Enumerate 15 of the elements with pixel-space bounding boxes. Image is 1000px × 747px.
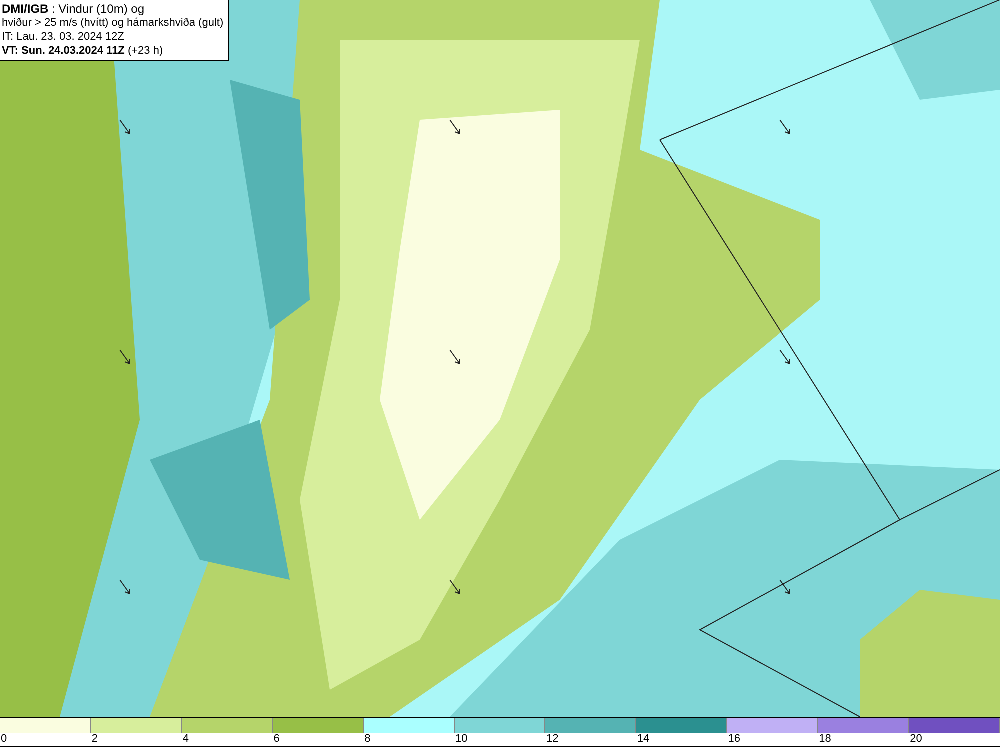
header-line: VT: Sun. 24.03.2024 11Z (+23 h) xyxy=(2,44,164,58)
legend-label: 14 xyxy=(636,733,650,745)
legend-label: 4 xyxy=(182,733,189,745)
legend-label: 18 xyxy=(818,733,832,745)
legend-label: 6 xyxy=(272,733,280,745)
legend-label: 10 xyxy=(454,733,468,745)
header-line: DMI/IGB : Vindur (10m) og xyxy=(2,2,146,16)
header-line: IT: Lau. 23. 03. 2024 12Z xyxy=(2,30,126,44)
legend-label: 12 xyxy=(545,733,559,745)
legend-label: 16 xyxy=(727,733,741,745)
legend-label: 0 xyxy=(0,733,8,745)
legend-label: 20 xyxy=(909,733,922,745)
legend-label: 2 xyxy=(90,733,98,745)
legend-label: 8 xyxy=(364,733,371,745)
header-line: hviður > 25 m/s (hvítt) og hámarkshviða (gult) xyxy=(2,16,224,30)
